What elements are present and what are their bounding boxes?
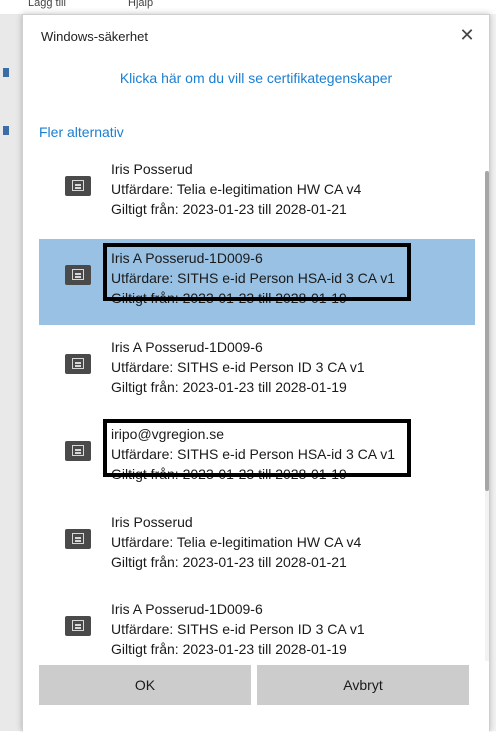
certificate-name: Iris A Posserud-1D009-6 — [111, 250, 263, 266]
list-scrollbar[interactable] — [485, 171, 489, 661]
certificate-issuer: Utfärdare: SITHS e-id Person HSA-id 3 CA… — [111, 270, 395, 286]
background-menu-item: Hjälp — [128, 0, 154, 9]
certificate-name: Iris A Posserud-1D009-6 — [111, 339, 263, 355]
certificate-name: Iris Posserud — [111, 161, 193, 177]
certificate-validity: Giltigt från: 2023-01-23 till 2028-01-21 — [111, 201, 347, 217]
dialog-titlebar: Windows-säkerhet ✕ — [23, 15, 489, 55]
certificate-name: iripo@vgregion.se — [111, 426, 225, 442]
certificate-validity: Giltigt från: 2023-01-23 till 2028-01-19 — [111, 641, 347, 657]
certificate-icon — [65, 265, 91, 285]
dialog-footer: OK Avbryt — [23, 663, 489, 732]
certificate-validity: Giltigt från: 2023-01-23 till 2028-01-19 — [111, 466, 347, 482]
certificate-properties-link[interactable]: Klicka här om du vill se certifikategens… — [23, 70, 489, 86]
certificate-item-selected[interactable]: Iris A Posserud-1D009-6 Utfärdare: SITHS… — [39, 239, 475, 325]
ok-button[interactable]: OK — [39, 665, 251, 705]
dialog-title: Windows-säkerhet — [41, 29, 148, 44]
certificate-icon — [65, 616, 91, 636]
certificate-item[interactable]: Iris Posserud Utfärdare: Telia e-legitim… — [39, 503, 475, 589]
certificate-item[interactable]: iripo@vgregion.se Utfärdare: SITHS e-id … — [39, 415, 475, 501]
windows-security-dialog: Windows-säkerhet ✕ Klicka här om du vill… — [22, 14, 490, 732]
certificate-validity: Giltigt från: 2023-01-23 till 2028-01-21 — [111, 554, 347, 570]
background-menu-item: Lägg till — [28, 0, 66, 9]
certificate-icon — [65, 529, 91, 549]
certificate-validity: Giltigt från: 2023-01-23 till 2028-01-19 — [111, 290, 347, 306]
certificate-issuer: Utfärdare: Telia e-legitimation HW CA v4 — [111, 534, 362, 550]
certificate-icon — [65, 441, 91, 461]
certificate-issuer: Utfärdare: SITHS e-id Person ID 3 CA v1 — [111, 359, 365, 375]
certificate-item[interactable]: Iris A Posserud-1D009-6 Utfärdare: SITHS… — [39, 328, 475, 414]
more-options-link[interactable]: Fler alternativ — [39, 124, 124, 140]
certificate-name: Iris A Posserud-1D009-6 — [111, 601, 263, 617]
certificate-issuer: Utfärdare: SITHS e-id Person ID 3 CA v1 — [111, 621, 365, 637]
scrollbar-thumb[interactable] — [485, 171, 489, 491]
certificate-validity: Giltigt från: 2023-01-23 till 2028-01-19 — [111, 379, 347, 395]
certificate-icon — [65, 354, 91, 374]
background-app-edge — [490, 14, 496, 731]
background-app-sidebar — [0, 14, 23, 731]
certificate-list: Iris Posserud Utfärdare: Telia e-legitim… — [23, 148, 475, 658]
certificate-item[interactable]: Iris Posserud Utfärdare: Telia e-legitim… — [39, 150, 475, 236]
background-marker — [3, 68, 9, 77]
certificate-icon — [65, 176, 91, 196]
background-marker — [3, 126, 9, 135]
certificate-issuer: Utfärdare: Telia e-legitimation HW CA v4 — [111, 181, 362, 197]
certificate-name: Iris Posserud — [111, 514, 193, 530]
background-app-menubar: Lägg till Hjälp — [0, 0, 496, 15]
certificate-item[interactable]: Iris A Posserud-1D009-6 Utfärdare: SITHS… — [39, 590, 475, 658]
certificate-issuer: Utfärdare: SITHS e-id Person HSA-id 3 CA… — [111, 446, 395, 462]
close-icon[interactable]: ✕ — [457, 25, 477, 45]
cancel-button[interactable]: Avbryt — [257, 665, 469, 705]
